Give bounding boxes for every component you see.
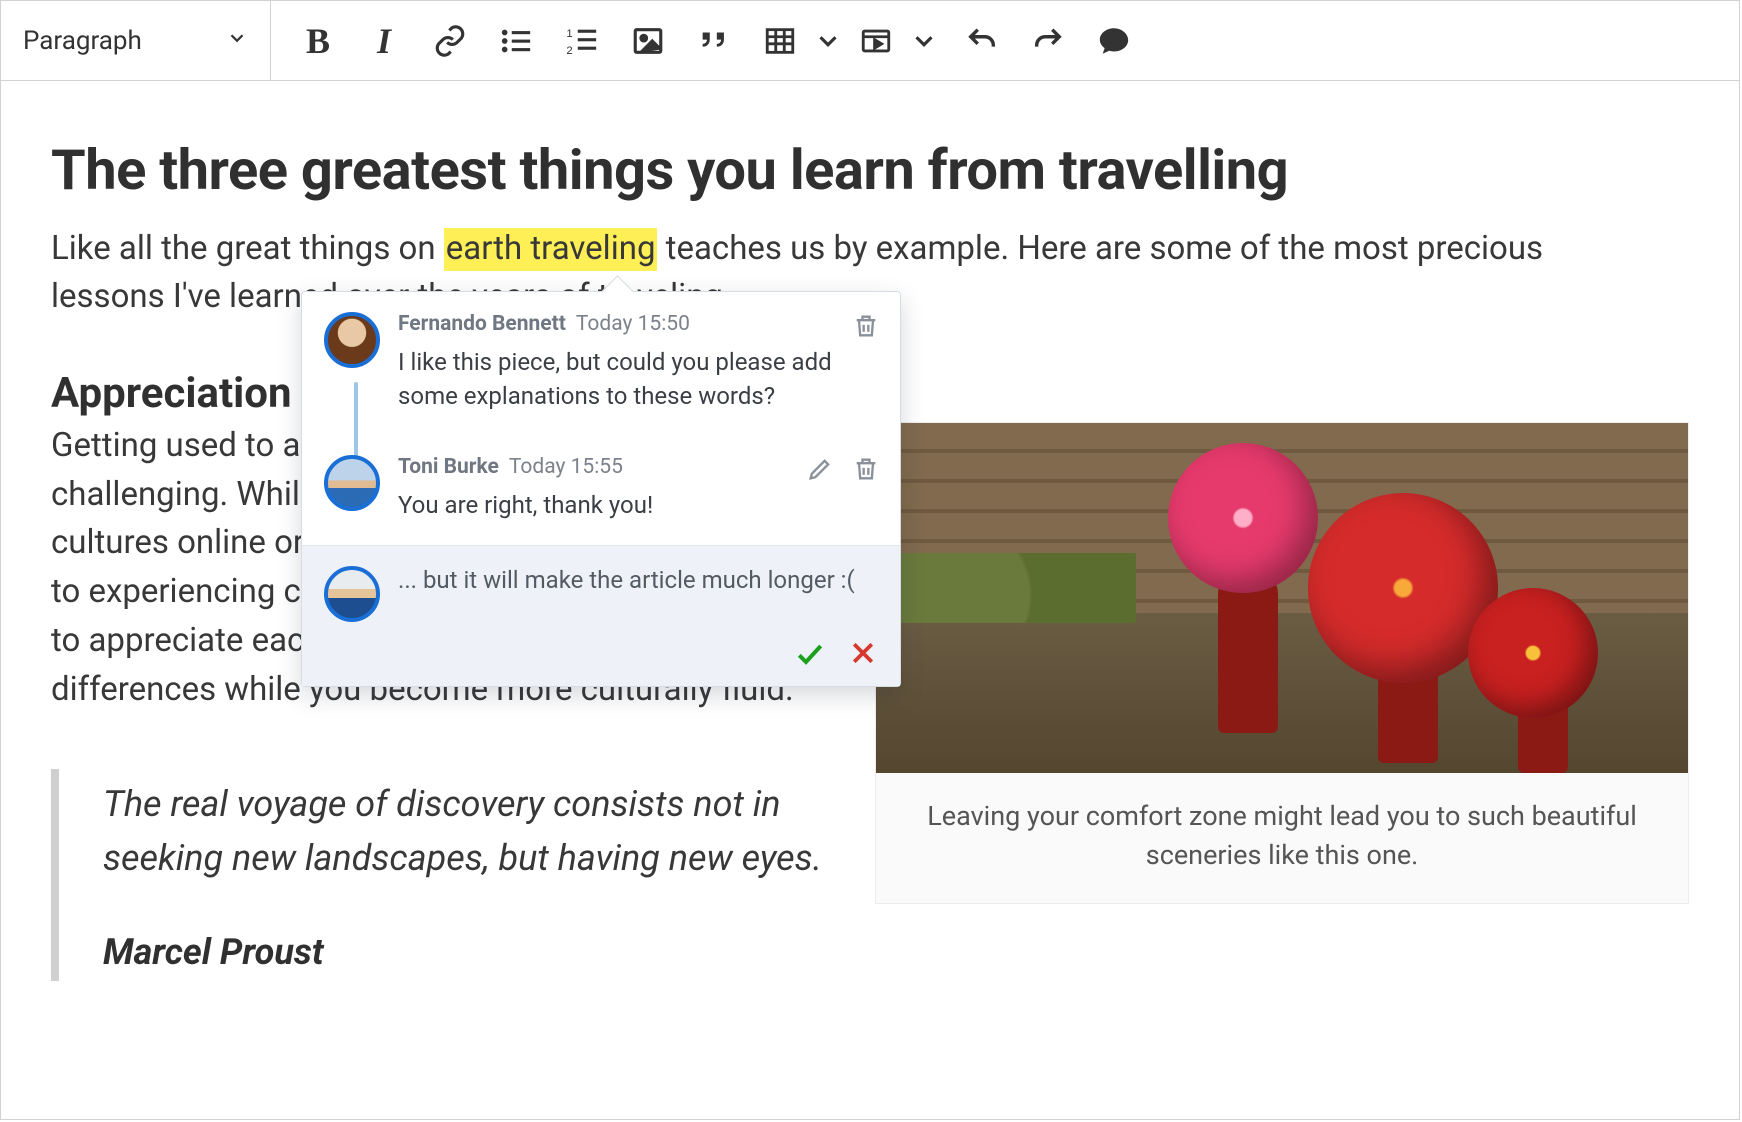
avatar <box>324 312 380 368</box>
editor-frame: Paragraph B I 12 <box>0 0 1740 1120</box>
highlighted-text[interactable]: earth traveling <box>444 228 658 271</box>
quote-icon <box>697 24 731 58</box>
media-button[interactable] <box>843 2 909 80</box>
reply-input[interactable]: ... but it will make the article much lo… <box>398 566 878 594</box>
bullet-list-icon <box>499 24 533 58</box>
pencil-icon <box>806 455 834 483</box>
comment-text: I like this piece, but could you please … <box>398 346 878 413</box>
svg-text:2: 2 <box>566 44 572 56</box>
editor-content[interactable]: The three greatest things you learn from… <box>1 81 1739 981</box>
check-icon <box>794 638 826 670</box>
figure-caption: Leaving your comfort zone might lead you… <box>876 773 1688 903</box>
submit-reply-button[interactable] <box>794 638 826 670</box>
chevron-down-icon <box>813 24 843 58</box>
edit-comment-button[interactable] <box>806 455 834 483</box>
comment-author: Fernando Bennett <box>398 312 566 336</box>
trash-icon <box>852 312 880 340</box>
cancel-reply-button[interactable] <box>848 638 878 668</box>
blockquote-button[interactable] <box>681 2 747 80</box>
comment-time: Today 15:50 <box>576 312 690 336</box>
redo-icon <box>1031 24 1065 58</box>
redo-button[interactable] <box>1015 2 1081 80</box>
avatar <box>324 566 380 622</box>
close-icon <box>848 638 878 668</box>
image-button[interactable] <box>615 2 681 80</box>
figure-image <box>876 423 1688 773</box>
undo-button[interactable] <box>949 2 1015 80</box>
italic-button[interactable]: I <box>351 2 417 80</box>
chevron-down-icon <box>226 27 248 55</box>
chevron-down-icon <box>909 24 939 58</box>
toolbar: Paragraph B I 12 <box>1 1 1739 81</box>
quote-text: The real voyage of discovery consists no… <box>103 777 835 885</box>
comment-item: Fernando Bennett Today 15:50 I like this… <box>302 292 900 435</box>
bold-button[interactable]: B <box>285 2 351 80</box>
delete-comment-button[interactable] <box>852 312 880 340</box>
undo-icon <box>965 24 999 58</box>
numbered-list-button[interactable]: 12 <box>549 2 615 80</box>
table-icon <box>763 24 797 58</box>
trash-icon <box>852 455 880 483</box>
comment-button[interactable] <box>1081 2 1147 80</box>
link-icon <box>433 24 467 58</box>
media-dropdown[interactable] <box>909 2 939 80</box>
comment-text: You are right, thank you! <box>398 489 878 523</box>
document-title: The three greatest things you learn from… <box>51 137 1689 203</box>
quote-attribution: Marcel Proust <box>103 931 835 973</box>
comment-popover: Fernando Bennett Today 15:50 I like this… <box>301 291 901 687</box>
comment-item: Toni Burke Today 15:55 You are right, th… <box>302 435 900 545</box>
figure[interactable]: Leaving your comfort zone might lead you… <box>875 422 1689 904</box>
comment-time: Today 15:55 <box>509 455 623 479</box>
link-button[interactable] <box>417 2 483 80</box>
table-dropdown[interactable] <box>813 2 843 80</box>
delete-comment-button[interactable] <box>852 455 880 483</box>
intro-text-pre: Like all the great things on <box>51 229 444 268</box>
media-icon <box>859 24 893 58</box>
toolbar-buttons: B I 12 <box>271 1 1147 80</box>
block-style-label: Paragraph <box>23 26 142 56</box>
comment-author: Toni Burke <box>398 455 499 479</box>
bullet-list-button[interactable] <box>483 2 549 80</box>
block-style-select[interactable]: Paragraph <box>1 1 271 80</box>
blockquote: The real voyage of discovery consists no… <box>51 769 835 981</box>
svg-text:1: 1 <box>566 27 572 39</box>
comment-reply-row: ... but it will make the article much lo… <box>302 545 900 686</box>
numbered-list-icon: 12 <box>565 24 599 58</box>
image-icon <box>631 24 665 58</box>
comment-icon <box>1097 24 1131 58</box>
avatar <box>324 455 380 511</box>
table-button[interactable] <box>747 2 813 80</box>
